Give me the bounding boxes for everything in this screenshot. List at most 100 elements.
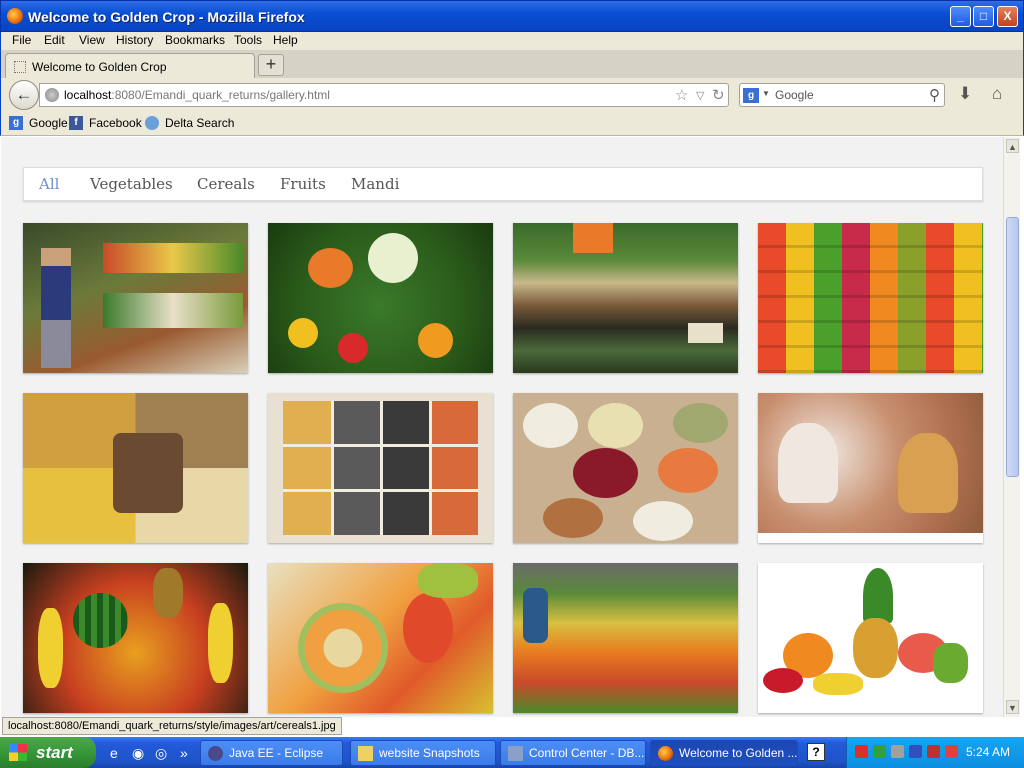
start-label: start xyxy=(36,743,73,762)
quick-launch-more-icon[interactable]: » xyxy=(180,745,188,761)
fruit-arrangement-photo[interactable] xyxy=(758,563,983,713)
minimize-button[interactable]: _ xyxy=(950,6,971,27)
search-engine-icon[interactable]: g xyxy=(743,88,759,103)
bookmark-label: Delta Search xyxy=(165,116,235,130)
page-content: All Vegetables Cereals Fruits Mandi xyxy=(1,137,1003,717)
status-bar-url: localhost:8080/Emandi_quark_returns/styl… xyxy=(2,717,342,735)
sacks-of-beans-photo[interactable] xyxy=(513,393,738,543)
menu-history[interactable]: History xyxy=(116,33,153,47)
reload-icon[interactable]: ↻ xyxy=(712,86,725,104)
filter-all[interactable]: All xyxy=(39,175,59,193)
home-icon[interactable]: ⌂ xyxy=(992,84,1002,104)
help-icon[interactable]: ? xyxy=(807,743,825,761)
speaker-icon[interactable] xyxy=(855,745,868,758)
close-button[interactable]: X xyxy=(997,6,1018,27)
fruit-assortment-photo[interactable] xyxy=(23,563,248,713)
colorful-produce-collage-photo[interactable] xyxy=(758,223,983,373)
window-title-bar: Welcome to Golden Crop - Mozilla Firefox… xyxy=(0,0,1024,32)
network-icon[interactable] xyxy=(891,745,904,758)
menu-tools[interactable]: Tools xyxy=(234,33,262,47)
menu-view[interactable]: View xyxy=(79,33,105,47)
back-button[interactable]: ← xyxy=(9,80,39,110)
mixed-vegetables-photo[interactable] xyxy=(268,223,493,373)
history-dropdown-icon[interactable]: ▽ xyxy=(696,89,704,102)
firefox-icon xyxy=(658,746,673,761)
lentils-box-photo[interactable] xyxy=(268,393,493,543)
monitor-icon[interactable] xyxy=(909,745,922,758)
menu-bookmarks[interactable]: Bookmarks xyxy=(165,33,225,47)
fruit-market-stall-photo[interactable] xyxy=(513,563,738,713)
tab-strip: Welcome to Golden Crop + xyxy=(0,50,1024,78)
google-icon: g xyxy=(9,116,23,130)
task-eclipse[interactable]: Java EE - Eclipse xyxy=(200,740,343,766)
task-label: website Snapshots xyxy=(379,746,480,760)
filter-vegetables[interactable]: Vegetables xyxy=(90,175,173,193)
search-box[interactable]: g ▼ Google ⚲ xyxy=(739,83,945,107)
menu-edit[interactable]: Edit xyxy=(44,33,65,47)
navigation-bar: ← localhost:8080/Emandi_quark_returns/ga… xyxy=(0,78,1024,112)
taskbar: start e ◉ ◎ » Java EE - Eclipse website … xyxy=(0,737,1024,768)
filter-cereals[interactable]: Cereals xyxy=(197,175,255,193)
bookmark-delta-search[interactable]: Delta Search xyxy=(145,116,234,130)
vegetable-aisle-photo[interactable] xyxy=(23,223,248,373)
search-placeholder: Google xyxy=(775,88,814,102)
scroll-thumb[interactable] xyxy=(1006,217,1019,477)
firefox-quicklaunch-icon[interactable]: ◉ xyxy=(132,745,144,762)
tab-golden-crop[interactable]: Welcome to Golden Crop xyxy=(5,53,255,78)
task-website-snapshots[interactable]: website Snapshots xyxy=(350,740,496,766)
firefox-icon xyxy=(7,8,23,24)
system-tray: 5:24 AM xyxy=(846,737,1024,768)
facebook-icon: f xyxy=(69,116,83,130)
scroll-up-icon[interactable]: ▲ xyxy=(1006,139,1019,153)
shield-icon[interactable] xyxy=(927,745,940,758)
page-favicon-icon xyxy=(14,61,26,73)
start-button[interactable]: start xyxy=(0,737,96,768)
bookmark-google[interactable]: g Google xyxy=(9,116,68,130)
new-tab-button[interactable]: + xyxy=(258,54,284,76)
bookmark-label: Facebook xyxy=(89,116,142,130)
back-arrow-icon: ← xyxy=(15,85,33,104)
task-control-center[interactable]: Control Center - DB... xyxy=(500,740,646,766)
task-label: Java EE - Eclipse xyxy=(229,746,324,760)
grain-varieties-photo[interactable] xyxy=(23,393,248,543)
bookmark-star-icon[interactable]: ☆ xyxy=(675,86,688,104)
engine-dropdown-icon[interactable]: ▼ xyxy=(762,89,770,98)
globe-icon xyxy=(45,88,59,102)
address-bar[interactable]: localhost:8080/Emandi_quark_returns/gall… xyxy=(39,83,729,107)
task-label: Control Center - DB... xyxy=(529,746,645,760)
task-firefox[interactable]: Welcome to Golden ... xyxy=(650,740,798,766)
task-label: Welcome to Golden ... xyxy=(679,746,798,760)
internet-explorer-icon[interactable]: e xyxy=(110,745,118,761)
bookmarks-toolbar: g Google f Facebook Delta Search xyxy=(0,112,1024,136)
battery-icon[interactable] xyxy=(873,745,886,758)
scroll-down-icon[interactable]: ▼ xyxy=(1006,700,1019,714)
url-host: localhost xyxy=(64,88,112,102)
menu-bar: File Edit View History Bookmarks Tools H… xyxy=(0,32,1024,50)
control-center-icon xyxy=(508,746,523,761)
window-title: Welcome to Golden Crop - Mozilla Firefox xyxy=(28,9,305,25)
address-text: localhost:8080/Emandi_quark_returns/gall… xyxy=(64,88,330,102)
eclipse-icon xyxy=(208,746,223,761)
menu-file[interactable]: File xyxy=(12,33,31,47)
category-filter-bar: All Vegetables Cereals Fruits Mandi xyxy=(23,167,983,201)
delta-search-icon xyxy=(145,116,159,130)
filter-mandi[interactable]: Mandi xyxy=(351,175,399,193)
filter-fruits[interactable]: Fruits xyxy=(280,175,326,193)
url-path: :8080/Emandi_quark_returns/gallery.html xyxy=(111,88,330,102)
media-player-icon[interactable]: ◎ xyxy=(155,745,167,762)
folder-icon xyxy=(358,746,373,761)
bookmark-label: Google xyxy=(29,116,68,130)
vegetable-market-shelf-photo[interactable] xyxy=(513,223,738,373)
tropical-fruits-photo[interactable] xyxy=(268,563,493,713)
security-alert-icon[interactable] xyxy=(945,745,958,758)
downloads-icon[interactable]: ⬇ xyxy=(958,84,972,104)
vertical-scrollbar[interactable]: ▲ ▼ xyxy=(1003,137,1020,717)
clock: 5:24 AM xyxy=(965,745,1010,759)
tab-label: Welcome to Golden Crop xyxy=(32,60,167,74)
maximize-button[interactable]: □ xyxy=(973,6,994,27)
windows-logo-icon xyxy=(9,744,27,761)
bookmark-facebook[interactable]: f Facebook xyxy=(69,116,142,130)
menu-help[interactable]: Help xyxy=(273,33,298,47)
bean-piles-photo[interactable] xyxy=(758,393,983,543)
search-icon[interactable]: ⚲ xyxy=(929,86,940,104)
